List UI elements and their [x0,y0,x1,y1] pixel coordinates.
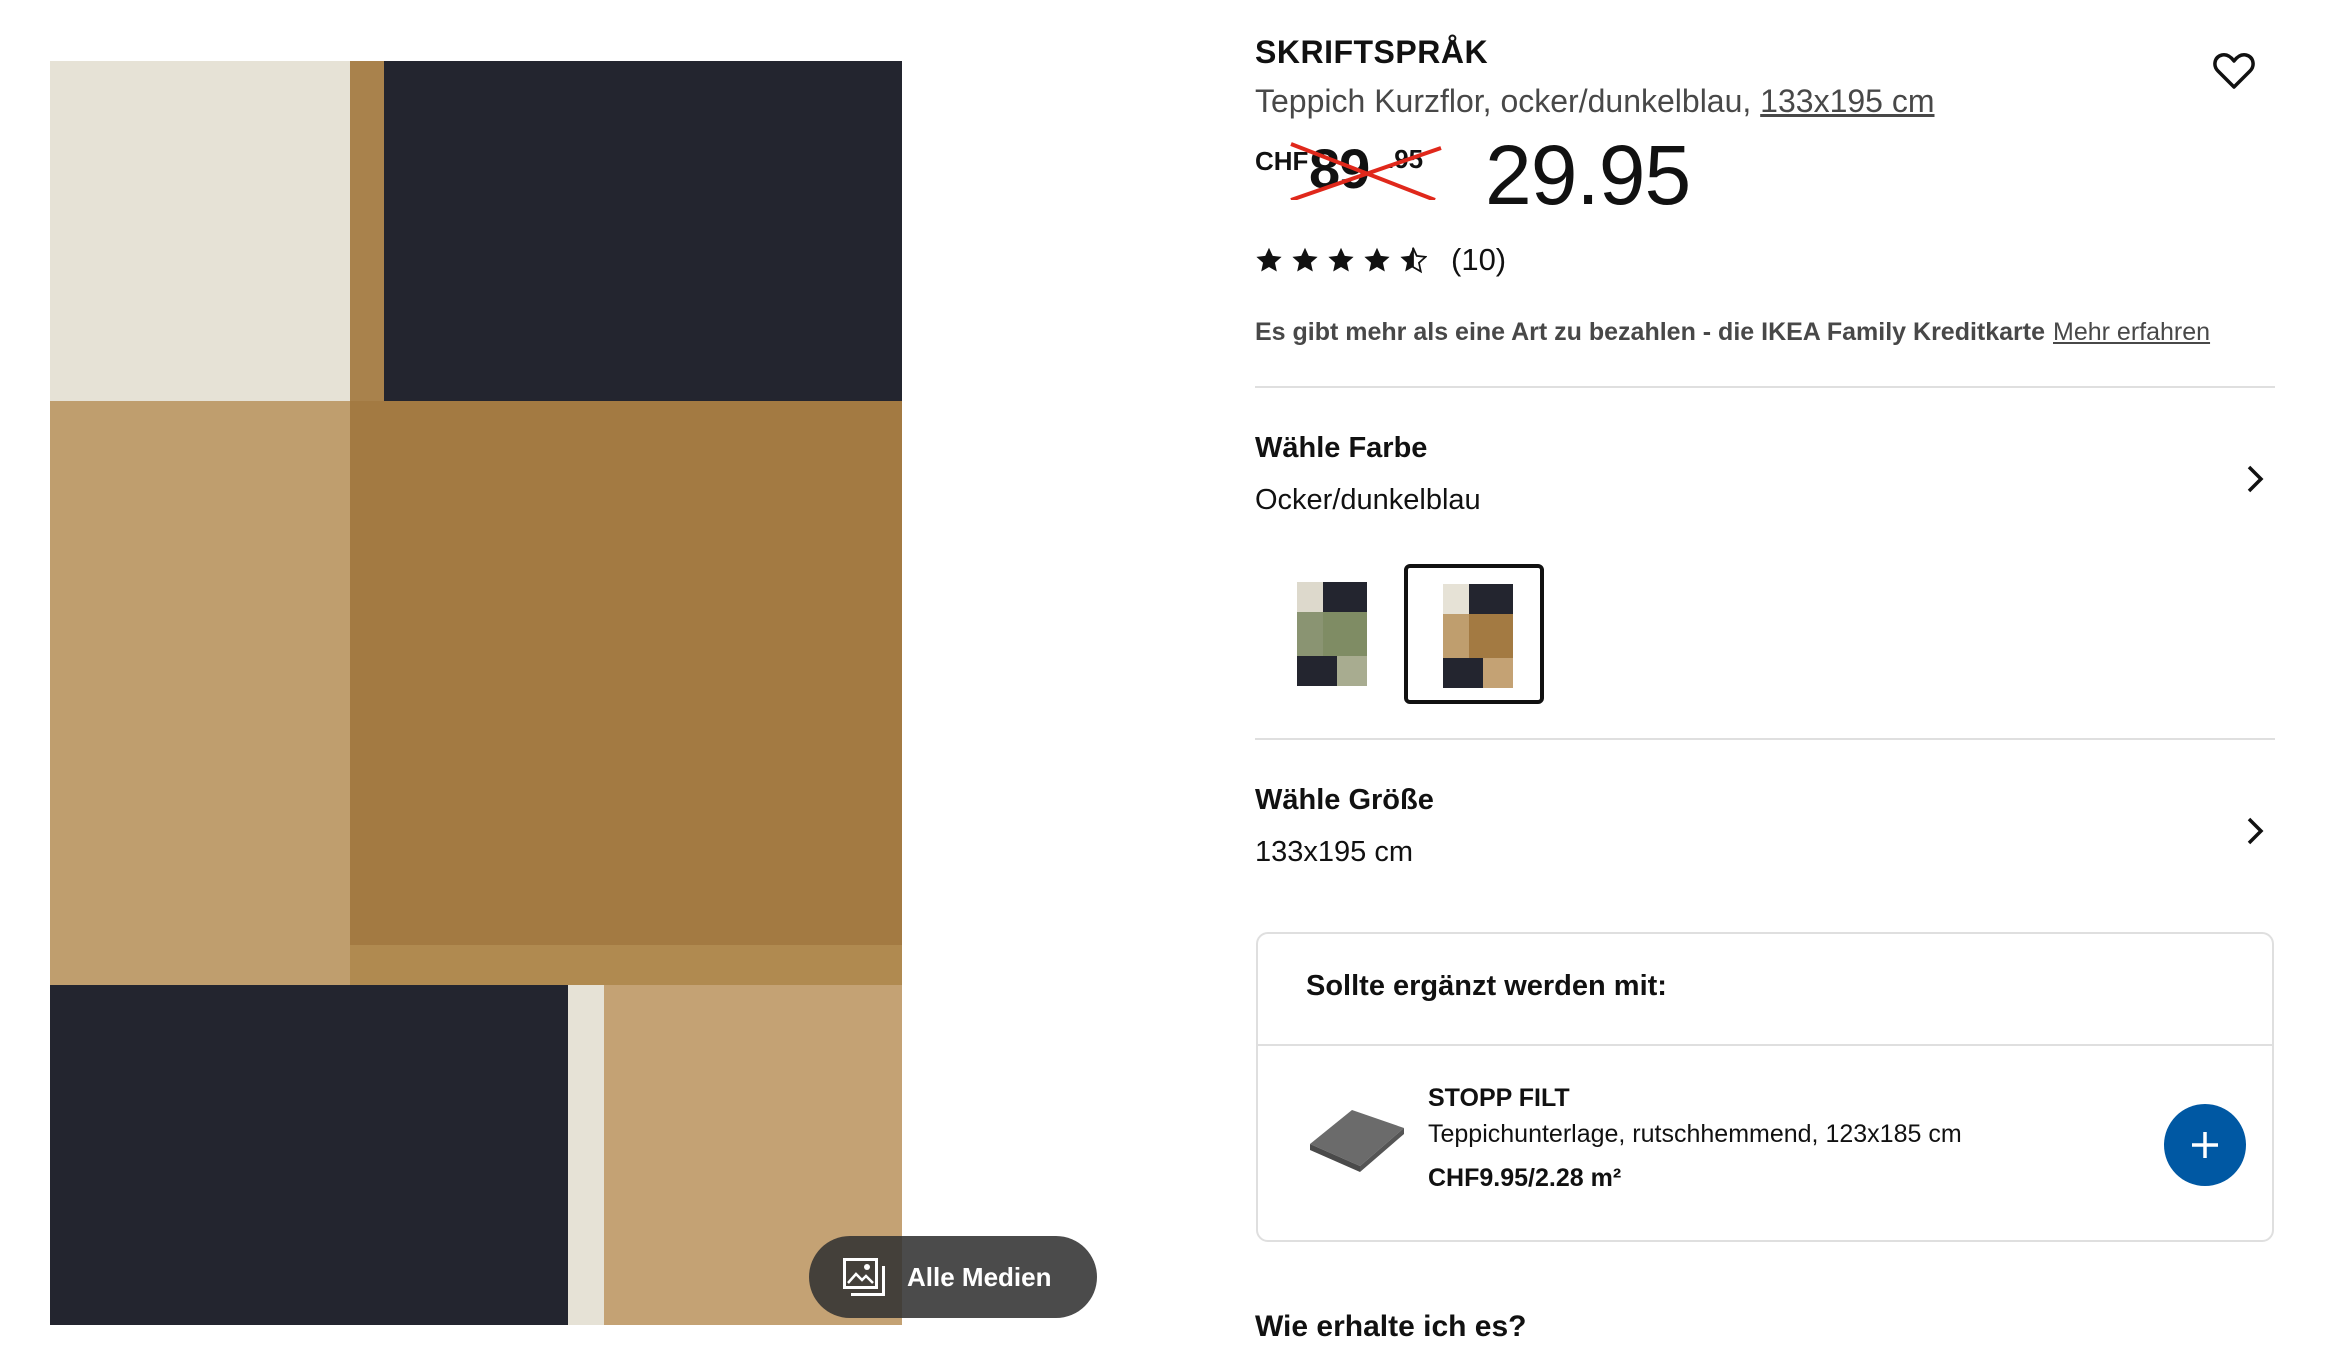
credit-card-promo: Es gibt mehr als eine Art zu bezahlen - … [1255,318,2210,347]
swatch-ocker-thumb [1443,584,1513,688]
all-media-label: Alle Medien [907,1261,1052,1292]
plus-icon [2192,1132,2218,1158]
chevron-right-icon[interactable] [2244,816,2266,846]
product-description: Teppich Kurzflor, ocker/dunkelblau, [1255,83,1752,119]
addon-product-image[interactable] [1306,1094,1406,1174]
color-section-value: Ocker/dunkelblau [1255,484,1481,516]
favorite-heart-icon[interactable] [2213,52,2255,90]
star-icon [1328,247,1354,272]
gallery-icon [843,1258,885,1296]
addon-heading: Sollte ergänzt werden mit: [1306,970,1667,1002]
price-row: CHF 89 .95 29.95 [1255,128,1855,222]
product-image[interactable] [50,61,902,1325]
promo-text: Es gibt mehr als eine Art zu bezahlen - … [1255,318,2046,346]
half-star-icon [1400,247,1427,274]
product-header: SKRIFTSPRÅK Teppich Kurzflor, ocker/dunk… [1255,30,2275,124]
swatch-green-thumb [1297,582,1367,686]
rug-ocker-band [350,945,902,985]
size-section-value: 133x195 cm [1255,836,1413,868]
rug-ocker-block [350,401,902,945]
addon-divider [1258,1044,2272,1046]
size-section-title[interactable]: Wähle Größe [1255,784,1434,817]
addon-product-price: CHF9.95/2.28 m² [1428,1164,1622,1192]
addon-box: Sollte ergänzt werden mit: STOPP FILT Te… [1256,932,2274,1242]
all-media-button[interactable]: Alle Medien [809,1236,1097,1318]
delivery-title[interactable]: Wie erhalte ich es? [1255,1310,1527,1344]
star-icon [1292,247,1318,272]
color-swatch-ocker-dunkelblau[interactable] [1404,564,1544,704]
addon-product-description: Teppichunterlage, rutschhemmend, 123x185… [1428,1120,1962,1148]
chevron-right-icon[interactable] [2244,464,2266,494]
rug-cream-strip [568,985,604,1325]
divider [1255,386,2275,388]
add-to-cart-button[interactable] [2164,1104,2246,1186]
old-price: CHF 89 .95 [1255,128,1445,200]
rug-ocker-strip [350,61,384,401]
product-subtitle: Teppich Kurzflor, ocker/dunkelblau, 133x… [1255,78,2275,124]
star-icon [1256,247,1282,272]
rug-cream-block [50,61,350,401]
product-size-link[interactable]: 133x195 cm [1760,83,1934,119]
divider [1255,738,2275,740]
color-section-title[interactable]: Wähle Farbe [1255,432,1427,465]
rating[interactable]: (10) [1255,242,1506,278]
new-price: 29.95 [1485,128,1691,222]
strikethrough-icon [1290,142,1442,200]
promo-learn-more-link[interactable]: Mehr erfahren [2053,318,2210,346]
star-icon [1364,247,1390,272]
rug-navy-block-top [384,61,902,401]
addon-product-name[interactable]: STOPP FILT [1428,1084,1570,1113]
rug-sand-block-left [50,401,350,985]
product-name: SKRIFTSPRÅK [1255,34,1489,70]
rating-count: (10) [1451,242,1507,277]
color-swatch-green[interactable] [1262,566,1402,706]
rug-navy-block-bottom [50,985,568,1325]
